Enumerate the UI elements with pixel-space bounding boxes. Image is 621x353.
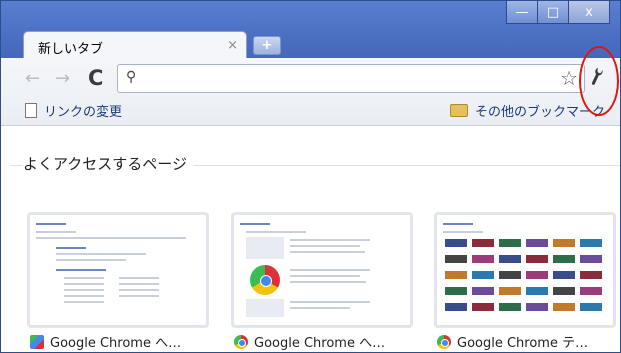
theme-swatch bbox=[553, 303, 575, 311]
folder-icon bbox=[450, 104, 468, 117]
reload-icon[interactable]: C bbox=[88, 66, 103, 90]
theme-swatch bbox=[472, 255, 494, 263]
browser-window: — □ x 新しいタブ × + ← → C ⚲ ☆ リンクの変更 その他のブック… bbox=[0, 0, 621, 353]
theme-swatch bbox=[499, 239, 521, 247]
thumbnail-1[interactable] bbox=[27, 212, 209, 328]
toolbar: ← → C ⚲ ☆ リンクの変更 その他のブックマーク bbox=[1, 58, 620, 126]
tab-close-icon[interactable]: × bbox=[227, 38, 238, 53]
forward-icon[interactable]: → bbox=[55, 68, 70, 89]
new-tab-button[interactable]: + bbox=[253, 36, 281, 55]
thumbnail-3[interactable] bbox=[434, 212, 616, 328]
theme-swatch bbox=[445, 303, 467, 311]
minimize-button[interactable]: — bbox=[506, 1, 538, 24]
chrome-icon bbox=[234, 334, 248, 349]
section-title: よくアクセスするページ bbox=[23, 153, 193, 174]
theme-swatch bbox=[445, 271, 467, 279]
tab-title: 新しいタブ bbox=[38, 42, 104, 57]
theme-swatch bbox=[472, 239, 494, 247]
tab-new-tab[interactable]: 新しいタブ × bbox=[23, 31, 247, 60]
thumbnail-label: Google Chrome へ… bbox=[254, 336, 386, 351]
theme-swatch bbox=[526, 271, 548, 279]
chrome-icon bbox=[437, 334, 451, 349]
theme-swatch bbox=[445, 239, 467, 247]
theme-swatch bbox=[580, 303, 602, 311]
other-bookmarks[interactable]: その他のブックマーク bbox=[450, 101, 605, 120]
thumbnail-preview bbox=[441, 219, 607, 319]
star-icon[interactable]: ☆ bbox=[560, 66, 578, 90]
thumbnail-2[interactable] bbox=[231, 212, 413, 328]
theme-swatch bbox=[472, 271, 494, 279]
theme-swatch bbox=[445, 287, 467, 295]
thumbnail-preview bbox=[34, 219, 200, 319]
thumbnail-3-title[interactable]: Google Chrome テ… bbox=[437, 332, 588, 351]
back-icon[interactable]: ← bbox=[25, 68, 40, 89]
theme-swatch bbox=[553, 287, 575, 295]
theme-swatch bbox=[445, 255, 467, 263]
theme-swatch bbox=[580, 271, 602, 279]
bookmark-label: リンクの変更 bbox=[44, 105, 123, 120]
bookmark-link-change[interactable]: リンクの変更 bbox=[25, 101, 122, 120]
omnibox-input[interactable]: ⚲ ☆ bbox=[117, 64, 585, 93]
thumbnail-2-title[interactable]: Google Chrome へ… bbox=[234, 332, 385, 351]
theme-swatch bbox=[553, 255, 575, 263]
maximize-button[interactable]: □ bbox=[537, 1, 569, 24]
theme-swatch bbox=[499, 255, 521, 263]
theme-swatch bbox=[526, 239, 548, 247]
annotation-circle bbox=[579, 46, 619, 116]
title-bar: — □ x 新しいタブ × + bbox=[1, 1, 620, 60]
theme-swatch bbox=[499, 287, 521, 295]
thumbnail-label: Google Chrome へ… bbox=[50, 336, 182, 351]
thumbnail-1-title[interactable]: Google Chrome へ… bbox=[30, 332, 181, 351]
window-controls: — □ x bbox=[506, 1, 610, 24]
document-icon bbox=[25, 103, 37, 118]
thumbnail-preview bbox=[238, 219, 404, 319]
theme-swatch bbox=[580, 239, 602, 247]
search-icon: ⚲ bbox=[126, 69, 137, 85]
theme-swatch bbox=[553, 271, 575, 279]
theme-swatch bbox=[526, 303, 548, 311]
theme-swatch bbox=[526, 287, 548, 295]
close-window-button[interactable]: x bbox=[568, 1, 610, 24]
theme-swatch bbox=[472, 287, 494, 295]
puzzle-icon bbox=[30, 334, 44, 349]
theme-swatch bbox=[526, 255, 548, 263]
theme-swatch bbox=[499, 303, 521, 311]
theme-swatch bbox=[472, 303, 494, 311]
theme-swatch bbox=[580, 255, 602, 263]
theme-swatch bbox=[499, 271, 521, 279]
theme-swatch bbox=[580, 287, 602, 295]
theme-swatch bbox=[553, 239, 575, 247]
thumbnail-label: Google Chrome テ… bbox=[457, 336, 589, 351]
